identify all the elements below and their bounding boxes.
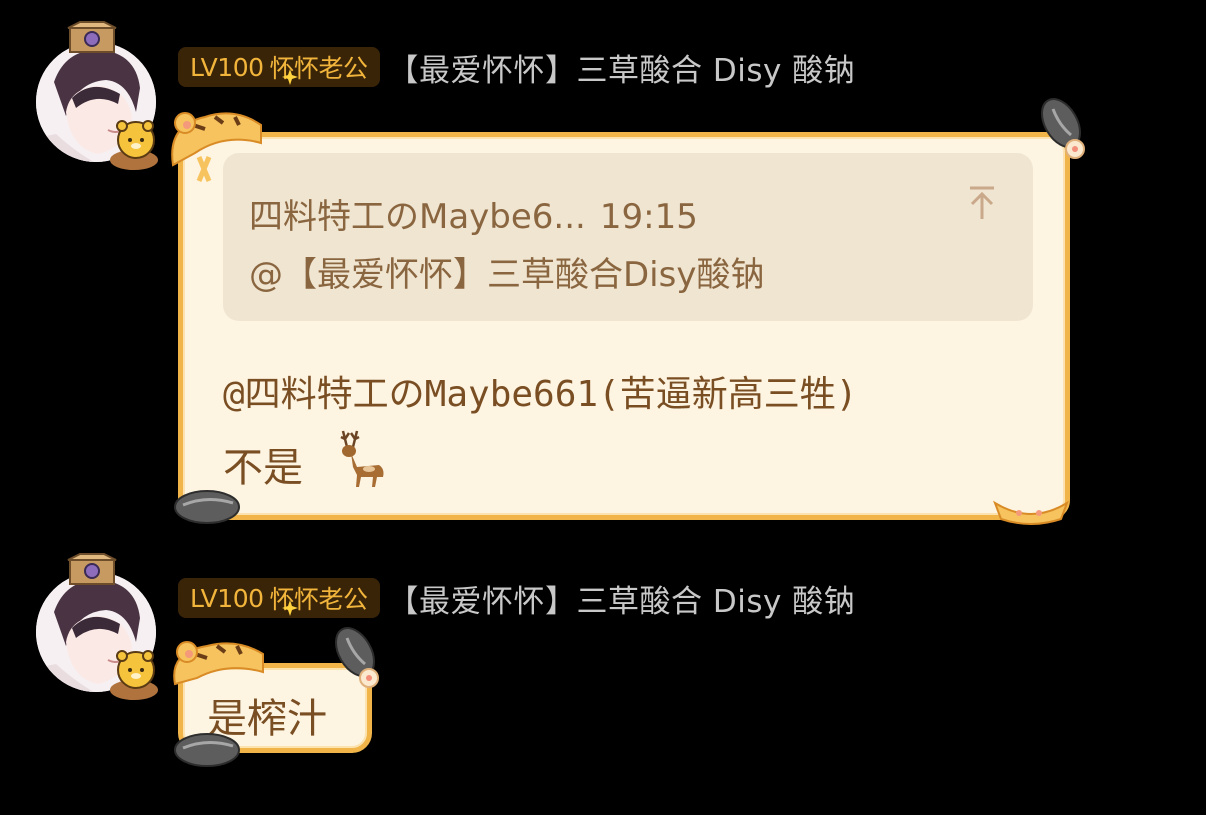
avatar-frame-hat-icon	[67, 21, 117, 53]
level-badge[interactable]: LV100 怀怀老公	[178, 47, 380, 87]
message-bubble[interactable]: 是榨汁	[173, 627, 379, 767]
level-badge[interactable]: LV100 怀怀老公	[178, 578, 380, 618]
sender-name[interactable]: 【最爱怀怀】三草酸合 Disy 酸钠	[388, 45, 856, 90]
quote-text: @【最爱怀怀】三草酸合Disy酸钠	[249, 255, 765, 295]
quote-time: 19:15	[599, 197, 698, 237]
avatar-pet-icon	[110, 120, 158, 170]
quote-author: 四料特工のMaybe6...	[249, 197, 586, 237]
sender-line: LV100 怀怀老公 【最爱怀怀】三草酸合 Disy 酸钠	[178, 45, 855, 89]
avatar-pet-icon	[110, 650, 158, 700]
sunflower-seed-decoration-icon	[335, 627, 379, 688]
level-text: LV100	[190, 583, 264, 613]
sparkle-icon	[282, 69, 298, 85]
level-text: LV100	[190, 52, 264, 82]
sender-line: LV100 怀怀老公 【最爱怀怀】三草酸合 Disy 酸钠	[178, 576, 855, 620]
tiger-ears-decoration-icon	[171, 112, 262, 182]
tiger-ears-decoration-icon	[173, 641, 264, 686]
chat-message: LV100 怀怀老公 【最爱怀怀】三草酸合 Disy 酸钠 是榨汁	[0, 540, 1206, 815]
quoted-message[interactable]: 四料特工のMaybe6... 19:15 @【最爱怀怀】三草酸合Disy酸钠	[223, 153, 1033, 321]
avatar-frame-hat-icon	[67, 553, 117, 585]
message-text-mention[interactable]: @四料特工のMaybe661(苦逼新高三牲)	[223, 365, 857, 417]
deer-emoji-icon	[340, 430, 384, 487]
sender-name[interactable]: 【最爱怀怀】三草酸合 Disy 酸钠	[388, 576, 856, 621]
sunflower-seed-decoration-icon	[174, 490, 240, 524]
message-text-body: 不是	[223, 445, 303, 491]
sunflower-seed-decoration-icon	[174, 733, 240, 767]
sparkle-icon	[282, 600, 298, 616]
sunflower-seed-decoration-icon	[1041, 98, 1085, 159]
quote-header: 四料特工のMaybe6... 19:15	[249, 189, 698, 238]
message-bubble[interactable]: 四料特工のMaybe6... 19:15 @【最爱怀怀】三草酸合Disy酸钠 @四…	[171, 98, 1085, 525]
tiger-paw-decoration-icon	[993, 500, 1069, 525]
message-text: 不是	[223, 427, 389, 493]
chat-message: LV100 怀怀老公 【最爱怀怀】三草酸合 Disy 酸钠 四料特工のMaybe…	[0, 0, 1206, 540]
jump-to-quote-icon[interactable]	[967, 185, 997, 221]
